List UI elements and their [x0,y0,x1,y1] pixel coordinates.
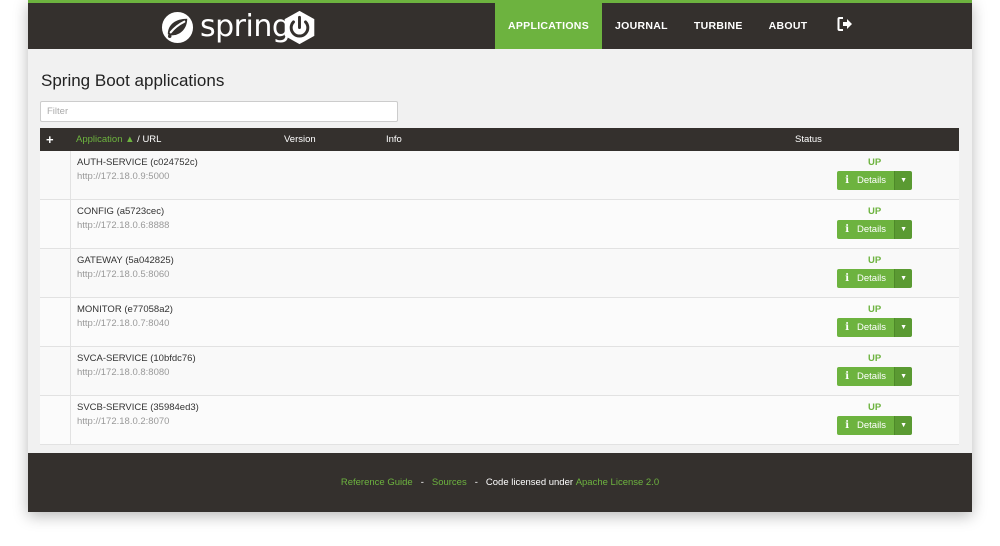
status-badge: UP [868,353,882,364]
application-url[interactable]: http://172.18.0.8:8080 [77,367,169,378]
details-button[interactable]: i Details ▼ [837,318,912,337]
main-nav: APPLICATIONS JOURNAL TURBINE ABOUT [495,3,866,49]
details-label: Details [857,420,887,431]
application-name: SVCB-SERVICE (35984ed3) [77,402,199,413]
application-name: CONFIG (a5723cec) [77,206,165,217]
add-application-button[interactable]: + [46,128,54,151]
spring-leaf-icon [161,11,194,43]
footer: Reference Guide - Sources - Code license… [28,453,972,512]
details-button[interactable]: i Details ▼ [837,220,912,239]
reference-guide-link[interactable]: Reference Guide [341,477,413,488]
power-icon [284,10,315,45]
apache-license-link[interactable]: Apache License 2.0 [576,477,659,488]
application-name: MONITOR (e77058a2) [77,304,173,315]
details-main-button[interactable]: i Details [837,416,895,435]
application-name: SVCA-SERVICE (10bfdc76) [77,353,196,364]
details-label: Details [857,371,887,382]
details-dropdown-toggle[interactable]: ▼ [894,367,912,386]
application-url[interactable]: http://172.18.0.2:8070 [77,416,169,427]
application-url[interactable]: http://172.18.0.6:8888 [77,220,169,231]
table-row: GATEWAY (5a042825) http://172.18.0.5:806… [40,249,959,298]
details-label: Details [857,322,887,333]
brand-logo[interactable]: spring [161,9,291,44]
details-main-button[interactable]: i Details [837,318,895,337]
details-dropdown-toggle[interactable]: ▼ [894,318,912,337]
license-text: Code licensed under [485,477,574,488]
info-icon: i [845,420,849,431]
info-icon: i [845,322,849,333]
details-label: Details [857,273,887,284]
page-title: Spring Boot applications [41,71,225,90]
table-row: SVCA-SERVICE (10bfdc76) http://172.18.0.… [40,347,959,396]
details-dropdown-toggle[interactable]: ▼ [894,416,912,435]
logout-icon [837,17,853,31]
details-button[interactable]: i Details ▼ [837,171,912,190]
sort-by-application[interactable]: Application ▲ [76,134,135,145]
details-label: Details [857,175,887,186]
footer-separator: - [420,477,424,488]
details-button[interactable]: i Details ▼ [837,416,912,435]
table-header: + Application ▲ / URL Version Info Statu… [40,128,959,151]
column-application-url: Application ▲ / URL [76,128,161,151]
info-icon: i [845,224,849,235]
application-url[interactable]: http://172.18.0.9:5000 [77,171,169,182]
caret-down-icon: ▼ [900,422,908,429]
top-navbar: spring APPLICATIONS JOURNAL TURBINE ABOU… [28,0,972,49]
details-main-button[interactable]: i Details [837,269,895,288]
status-badge: UP [868,157,882,168]
details-dropdown-toggle[interactable]: ▼ [894,220,912,239]
details-main-button[interactable]: i Details [837,220,895,239]
status-badge: UP [868,304,882,315]
caret-down-icon: ▼ [900,373,908,380]
nav-journal[interactable]: JOURNAL [602,3,681,49]
details-button[interactable]: i Details ▼ [837,367,912,386]
application-url[interactable]: http://172.18.0.7:8040 [77,318,169,329]
details-main-button[interactable]: i Details [837,367,895,386]
details-main-button[interactable]: i Details [837,171,895,190]
application-name: AUTH-SERVICE (c024752c) [77,157,198,168]
filter-input[interactable] [40,101,398,122]
status-badge: UP [868,402,882,413]
caret-down-icon: ▼ [900,177,908,184]
details-dropdown-toggle[interactable]: ▼ [894,269,912,288]
nav-applications[interactable]: APPLICATIONS [495,3,602,49]
info-icon: i [845,371,849,382]
caret-down-icon: ▼ [900,324,908,331]
app-window: spring APPLICATIONS JOURNAL TURBINE ABOU… [28,0,972,512]
table-row: CONFIG (a5723cec) http://172.18.0.6:8888… [40,200,959,249]
application-url[interactable]: http://172.18.0.5:8060 [77,269,169,280]
status-badge: UP [868,255,882,266]
status-badge: UP [868,206,882,217]
details-button[interactable]: i Details ▼ [837,269,912,288]
footer-separator: - [474,477,478,488]
nav-logout[interactable] [820,3,866,49]
info-icon: i [845,273,849,284]
caret-down-icon: ▼ [900,275,908,282]
table-body: AUTH-SERVICE (c024752c) http://172.18.0.… [40,151,959,445]
details-dropdown-toggle[interactable]: ▼ [894,171,912,190]
column-status: Status [795,134,822,145]
info-icon: i [845,175,849,186]
brand-text: spring [200,9,291,44]
table-row: AUTH-SERVICE (c024752c) http://172.18.0.… [40,151,959,200]
applications-table: + Application ▲ / URL Version Info Statu… [40,128,959,445]
nav-turbine[interactable]: TURBINE [681,3,756,49]
table-row: SVCB-SERVICE (35984ed3) http://172.18.0.… [40,396,959,445]
nav-about[interactable]: ABOUT [756,3,821,49]
table-row: MONITOR (e77058a2) http://172.18.0.7:804… [40,298,959,347]
column-url-label: / URL [134,134,162,145]
caret-down-icon: ▼ [900,226,908,233]
column-info: Info [386,134,402,145]
sources-link[interactable]: Sources [432,477,467,488]
column-version: Version [284,134,316,145]
details-label: Details [857,224,887,235]
application-name: GATEWAY (5a042825) [77,255,174,266]
